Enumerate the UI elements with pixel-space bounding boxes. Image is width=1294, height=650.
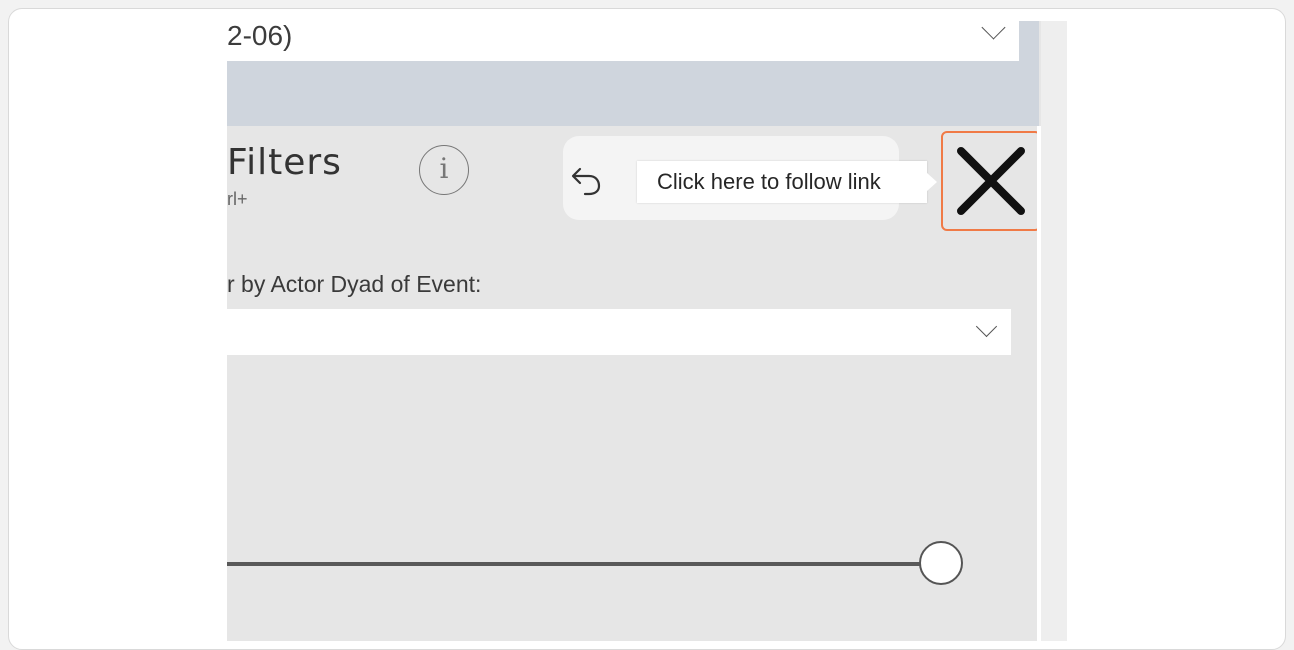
info-icon[interactable]: i [419,145,469,195]
close-icon [957,147,1025,215]
chevron-down-icon [981,21,1006,40]
close-button[interactable] [941,131,1041,231]
back-arrow-icon[interactable] [569,163,605,199]
actor-dyad-filter-label: r by Actor Dyad of Event: [227,271,482,297]
chevron-down-icon [975,315,998,338]
slider-track[interactable] [227,562,933,566]
slider-handle[interactable] [919,541,963,585]
date-range-dropdown[interactable]: 2-06) [227,21,1019,61]
follow-link-tooltip: Click here to follow link [637,161,937,203]
scrollbar-lane [1041,21,1067,641]
report-viewport: 2-06) Filters rl+ i Click here to follow… [227,21,1067,641]
actor-dyad-dropdown[interactable] [227,309,1011,355]
panel-title: Filters [227,142,342,183]
date-range-text: 2-06) [227,21,293,51]
panel-subtitle: rl+ [227,189,248,209]
tooltip-text: Click here to follow link [657,169,881,194]
header-band: 2-06) [227,21,1039,126]
screenshot-frame: 2-06) Filters rl+ i Click here to follow… [8,8,1286,650]
